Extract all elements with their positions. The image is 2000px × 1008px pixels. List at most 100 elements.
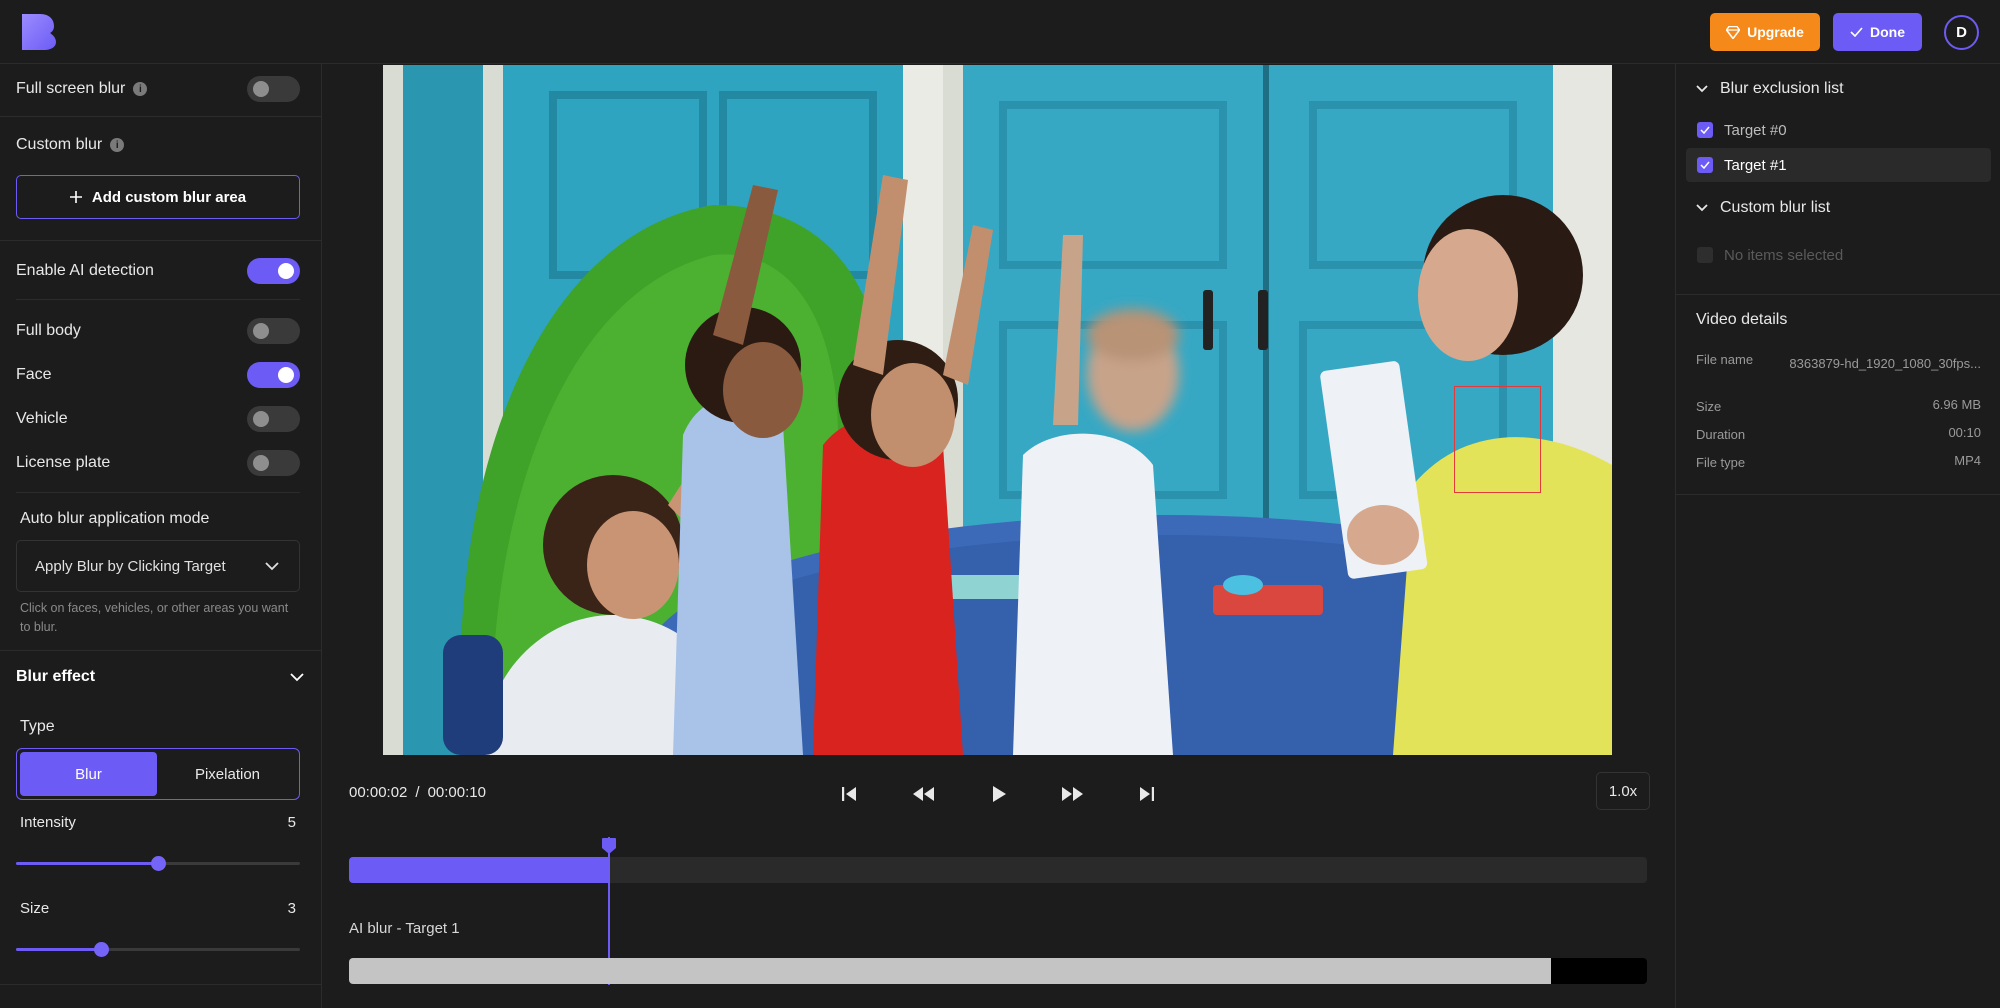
info-icon[interactable]: i	[110, 138, 125, 152]
divider	[1676, 294, 2000, 295]
left-panel: Full screen blur i Custom blur i Add cus…	[0, 64, 322, 1008]
ai-detection-label: Enable AI detection	[16, 262, 154, 279]
intensity-slider-knob[interactable]	[151, 856, 166, 871]
video-preview[interactable]	[383, 65, 1612, 755]
chevron-down-icon	[290, 672, 304, 681]
size-slider[interactable]	[16, 942, 300, 957]
check-icon	[1700, 161, 1710, 169]
divider	[1676, 494, 2000, 495]
vehicle-label: Vehicle	[16, 410, 68, 427]
auto-blur-mode-title: Auto blur application mode	[20, 510, 210, 527]
target-0-checkbox[interactable]	[1697, 122, 1713, 138]
ai-blur-layer-track[interactable]	[349, 958, 1647, 984]
ai-detection-row: Enable AI detection	[16, 258, 300, 284]
blur-type-segmented-control: Blur Pixelation	[16, 748, 300, 800]
chevron-down-icon	[265, 561, 279, 570]
divider	[16, 299, 300, 300]
divider	[16, 492, 300, 493]
playhead-handle[interactable]	[601, 837, 617, 855]
done-button[interactable]: Done	[1833, 13, 1922, 51]
blur-type-pixelation[interactable]: Pixelation	[159, 752, 296, 796]
size-slider-knob[interactable]	[94, 942, 110, 957]
full-screen-blur-row: Full screen blur i	[16, 76, 300, 102]
blur-exclusion-list-title: Blur exclusion list	[1720, 80, 1844, 97]
size-label: Size	[20, 900, 50, 917]
custom-blur-label: Custom blur	[16, 136, 103, 153]
total-time: 00:00:10	[427, 784, 486, 801]
vehicle-toggle[interactable]	[247, 406, 300, 432]
info-icon[interactable]: i	[133, 82, 148, 96]
detail-value: 00:10	[1948, 425, 1981, 440]
layer-label: AI blur - Target 1	[349, 920, 460, 937]
video-details-title: Video details	[1696, 311, 1788, 328]
divider	[0, 650, 322, 651]
target-detection-box[interactable]	[1454, 386, 1541, 493]
custom-blur-row: Custom blur i	[16, 136, 300, 154]
time-separator: /	[415, 784, 420, 801]
avatar[interactable]: D	[1944, 15, 1979, 50]
skip-start-button[interactable]	[835, 780, 863, 808]
detect-option-full-body: Full body	[16, 318, 300, 344]
custom-blur-list-header[interactable]: Custom blur list	[1696, 199, 1830, 217]
time-display: 00:00:02 / 00:00:10	[349, 784, 486, 801]
face-label: Face	[16, 366, 52, 383]
blur-type-label: Type	[20, 718, 55, 735]
ai-blur-layer-segment[interactable]	[349, 958, 1551, 984]
fast-forward-button[interactable]	[1059, 780, 1087, 808]
video-detail-file-type: File type MP4	[1696, 453, 1981, 472]
rewind-icon	[913, 787, 934, 801]
add-custom-blur-area-label: Add custom blur area	[91, 188, 247, 206]
playback-speed-button[interactable]: 1.0x	[1596, 772, 1650, 810]
ai-detection-toggle[interactable]	[247, 258, 300, 284]
play-button[interactable]	[985, 780, 1013, 808]
blur-effect-header[interactable]: Blur effect	[16, 668, 304, 686]
video-detail-duration: Duration 00:10	[1696, 425, 1981, 444]
auto-blur-mode-select[interactable]: Apply Blur by Clicking Target	[16, 540, 300, 592]
skip-end-button[interactable]	[1133, 780, 1161, 808]
divider	[0, 116, 322, 117]
diamond-icon	[1726, 25, 1741, 39]
done-label: Done	[1870, 24, 1905, 40]
detail-value: 8363879-hd_1920_1080_30fps...	[1789, 356, 1981, 371]
divider	[0, 240, 322, 241]
video-detail-file-name: File name 8363879-hd_1920_1080_30fps...	[1696, 350, 1981, 371]
upgrade-button[interactable]: Upgrade	[1710, 13, 1820, 51]
exclusion-item-target-0[interactable]: Target #0	[1686, 113, 1991, 147]
add-custom-blur-area-button[interactable]: Add custom blur area	[16, 175, 300, 219]
auto-blur-mode-hint: Click on faces, vehicles, or other areas…	[20, 601, 289, 634]
chevron-down-icon	[1696, 85, 1708, 93]
auto-blur-mode-value: Apply Blur by Clicking Target	[35, 557, 226, 575]
rewind-button[interactable]	[909, 780, 937, 808]
full-screen-blur-toggle[interactable]	[247, 76, 300, 102]
logo-icon[interactable]	[20, 14, 56, 50]
blur-effect-title: Blur effect	[16, 668, 96, 685]
blur-type-blur[interactable]: Blur	[20, 752, 157, 796]
player-controls: 00:00:02 / 00:00:10 1.0x AI blur - Targe…	[323, 756, 1674, 1008]
blur-exclusion-list-header[interactable]: Blur exclusion list	[1696, 80, 1844, 98]
fast-forward-icon	[1062, 787, 1083, 801]
current-time: 00:00:02	[349, 784, 408, 801]
play-icon	[993, 786, 1006, 802]
upgrade-label: Upgrade	[1747, 24, 1804, 40]
detail-key: Size	[1696, 399, 1722, 414]
exclusion-item-target-1[interactable]: Target #1	[1686, 148, 1991, 182]
top-bar: Upgrade Done D	[0, 0, 2000, 64]
detail-key: File name	[1696, 352, 1754, 367]
detail-key: Duration	[1696, 427, 1746, 442]
license-plate-toggle[interactable]	[247, 450, 300, 476]
target-0-label: Target #0	[1724, 121, 1787, 139]
custom-blur-list-title: Custom blur list	[1720, 199, 1831, 216]
custom-blur-list-empty: No items selected	[1686, 238, 1991, 272]
detect-option-vehicle: Vehicle	[16, 406, 300, 432]
full-body-label: Full body	[16, 322, 81, 339]
size-value: 3	[287, 900, 296, 917]
intensity-slider[interactable]	[16, 856, 300, 871]
face-toggle[interactable]	[247, 362, 300, 388]
timeline-track[interactable]	[349, 857, 1647, 883]
full-body-toggle[interactable]	[247, 318, 300, 344]
intensity-slider-fill	[16, 862, 158, 865]
detail-key: File type	[1696, 455, 1746, 470]
skip-start-icon	[842, 787, 856, 801]
target-1-checkbox[interactable]	[1697, 157, 1713, 173]
target-1-label: Target #1	[1724, 156, 1787, 174]
